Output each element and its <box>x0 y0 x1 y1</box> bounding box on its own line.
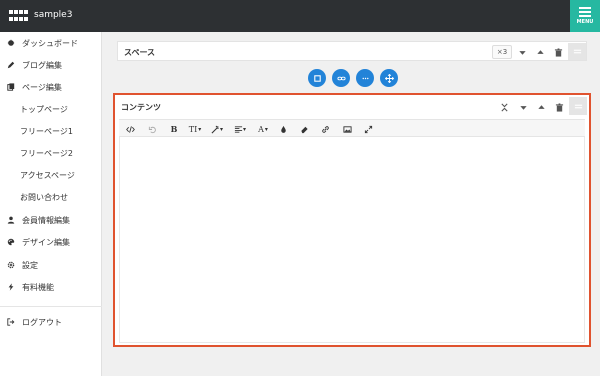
delete-icon[interactable] <box>551 45 565 59</box>
sidebar-divider <box>0 306 102 307</box>
text-size-label: TI <box>188 124 198 134</box>
move-down-icon[interactable] <box>515 45 529 59</box>
wand-icon <box>211 125 219 133</box>
font-color-label: A <box>258 124 264 134</box>
sidebar-item-dashboard[interactable]: ダッシュボード <box>0 32 102 54</box>
logout-icon <box>6 317 16 327</box>
sidebar-item-top-page[interactable]: トップページ <box>0 98 102 120</box>
sidebar-item-label: ブログ編集 <box>22 60 62 70</box>
align-button[interactable]: ▾ <box>230 122 250 136</box>
drag-handle-icon[interactable] <box>569 97 587 115</box>
menu-button[interactable]: MENU <box>570 0 600 32</box>
content-block-title: コンテンツ <box>121 103 161 112</box>
sidebar-item-blog-edit[interactable]: ブログ編集 <box>0 54 102 76</box>
move-up-icon[interactable] <box>533 45 547 59</box>
sidebar-item-logout[interactable]: ログアウト <box>0 311 102 333</box>
space-block-title: スペース <box>124 48 156 57</box>
collapse-icon[interactable] <box>497 100 511 114</box>
sidebar-item-label: 有料機能 <box>22 282 54 292</box>
drag-handle-icon[interactable] <box>568 43 586 60</box>
sidebar-item-access-page[interactable]: アクセスページ <box>0 164 102 186</box>
pages-icon <box>6 82 16 92</box>
chevron-down-icon: ▾ <box>198 125 202 133</box>
sidebar-item-free-page-1[interactable]: フリーページ1 <box>0 120 102 142</box>
sidebar-item-label: デザイン編集 <box>22 237 70 247</box>
sidebar: ダッシュボード ブログ編集 ページ編集 トップページ フリーページ1 フリーペー… <box>0 32 102 376</box>
chevron-down-icon: ▾ <box>264 125 268 133</box>
sidebar-item-label: 会員情報編集 <box>22 215 70 225</box>
sidebar-item-paid-features[interactable]: 有料機能 <box>0 276 102 298</box>
user-icon <box>6 215 16 225</box>
bold-button[interactable]: B <box>167 122 181 136</box>
sidebar-item-label: お問い合わせ <box>20 192 68 202</box>
content-block-header: コンテンツ <box>115 95 589 117</box>
sidebar-item-label: ログアウト <box>22 317 62 327</box>
sidebar-item-label: フリーページ1 <box>20 126 73 136</box>
sidebar-item-label: ページ編集 <box>22 82 62 92</box>
dashboard-icon <box>6 38 16 48</box>
move-down-icon[interactable] <box>516 100 530 114</box>
bolt-icon <box>6 282 16 292</box>
eraser-icon[interactable] <box>297 122 311 136</box>
link-icon[interactable] <box>332 69 350 87</box>
sidebar-item-member-edit[interactable]: 会員情報編集 <box>0 209 102 231</box>
space-block: スペース ×3 <box>117 41 587 61</box>
pencil-icon <box>6 60 16 70</box>
app-header: sample3 MENU <box>0 0 600 32</box>
site-name[interactable]: sample3 <box>34 10 72 20</box>
palette-icon <box>6 237 16 247</box>
hamburger-icon <box>579 7 591 17</box>
sidebar-item-label: 設定 <box>22 260 38 270</box>
add-block-toolbar <box>308 69 398 87</box>
fullscreen-icon[interactable] <box>361 122 375 136</box>
code-view-icon[interactable] <box>123 122 137 136</box>
delete-icon[interactable] <box>552 100 566 114</box>
sidebar-item-page-edit[interactable]: ページ編集 <box>0 76 102 98</box>
content-block: コンテンツ B TI ▾ ▾ ▾ A ▾ <box>113 93 591 347</box>
text-size-button[interactable]: TI ▾ <box>185 122 205 136</box>
chevron-down-icon: ▾ <box>242 125 246 133</box>
gear-icon <box>6 260 16 270</box>
font-color-button[interactable]: A ▾ <box>253 122 273 136</box>
sidebar-item-label: フリーページ2 <box>20 148 73 158</box>
move-icon[interactable] <box>380 69 398 87</box>
menu-label: MENU <box>576 19 594 25</box>
editor-toolbar: B TI ▾ ▾ ▾ A ▾ <box>119 119 585 137</box>
sidebar-item-design-edit[interactable]: デザイン編集 <box>0 231 102 253</box>
content-editor-area[interactable] <box>119 137 585 343</box>
space-multiplier-select[interactable]: ×3 <box>492 45 512 59</box>
sidebar-item-label: トップページ <box>20 104 68 114</box>
site-logo[interactable] <box>8 8 30 24</box>
droplet-icon[interactable] <box>276 122 290 136</box>
chevron-down-icon: ▾ <box>219 125 223 133</box>
text-style-button[interactable]: ▾ <box>207 122 227 136</box>
sidebar-item-settings[interactable]: 設定 <box>0 254 102 276</box>
sidebar-item-free-page-2[interactable]: フリーページ2 <box>0 142 102 164</box>
square-icon[interactable] <box>308 69 326 87</box>
move-up-icon[interactable] <box>534 100 548 114</box>
ellipsis-icon[interactable] <box>356 69 374 87</box>
link-icon[interactable] <box>318 122 332 136</box>
align-left-icon <box>234 125 243 133</box>
sidebar-item-label: ダッシュボード <box>22 38 78 48</box>
sidebar-item-label: アクセスページ <box>20 170 75 180</box>
undo-icon[interactable] <box>145 122 159 136</box>
image-icon[interactable] <box>340 122 354 136</box>
main-area: スペース ×3 コンテンツ B TI ▾ ▾ ▾ A ▾ <box>103 32 600 376</box>
sidebar-item-contact[interactable]: お問い合わせ <box>0 186 102 208</box>
